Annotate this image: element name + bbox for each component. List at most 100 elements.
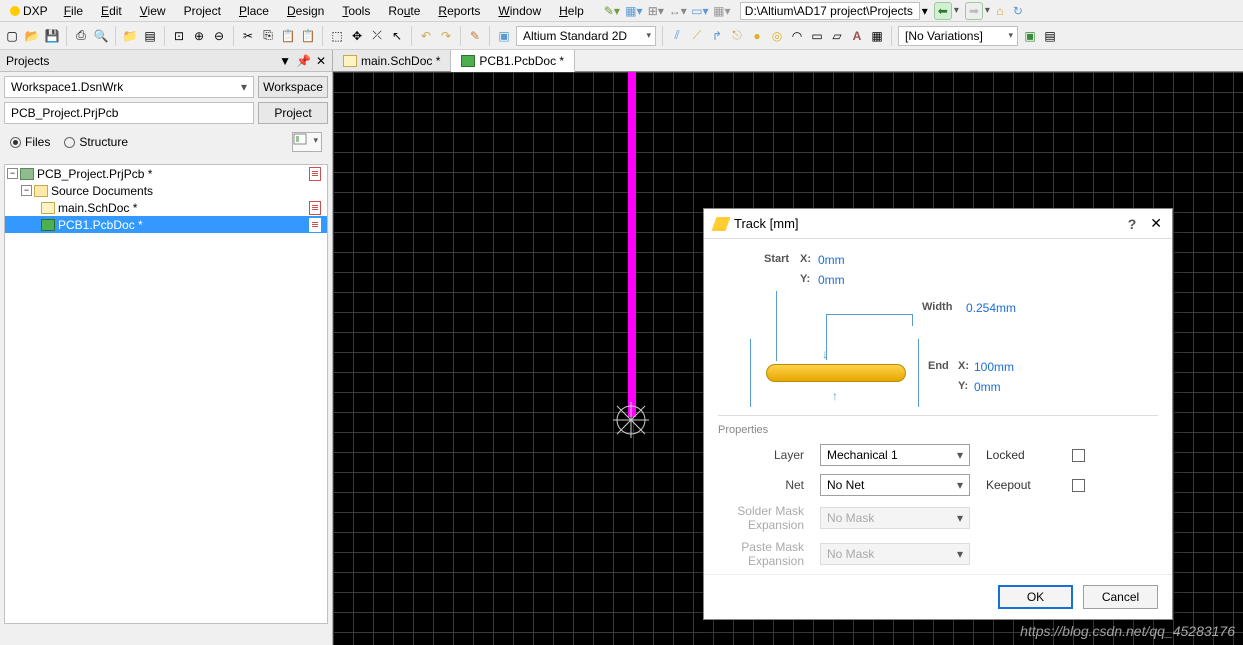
menu-project[interactable]: Project [176,2,229,20]
dialog-help-button[interactable]: ? [1128,216,1137,232]
menu-help[interactable]: Help [551,2,592,20]
ok-button[interactable]: OK [998,585,1073,609]
undo-icon[interactable]: ↶ [418,28,434,44]
menu-edit[interactable]: Edit [93,2,130,20]
dialog-close-button[interactable]: ✕ [1150,215,1162,232]
end-y-value[interactable]: 0mm [974,380,1001,394]
panel-dropdown-icon[interactable]: ▼ [279,54,291,68]
tool-icon-4[interactable]: ↔▾ [670,3,686,19]
paste2-icon[interactable]: 📋 [300,28,316,44]
tab-schematic[interactable]: main.SchDoc * [333,50,451,71]
open3-icon[interactable]: ▤ [142,28,158,44]
paste-icon[interactable]: 📋 [280,28,296,44]
panel-close-icon[interactable]: ✕ [316,54,326,68]
open2-icon[interactable]: 📁 [122,28,138,44]
text-icon[interactable]: A [849,28,865,44]
view3d-icon[interactable]: ▣ [496,28,512,44]
start-y-value[interactable]: 0mm [818,273,845,287]
tree-sch[interactable]: main.SchDoc * [5,199,327,216]
track-dialog: Track [mm] ? ✕ Start X: 0mm Y: 0mm Width… [703,208,1173,620]
tool-icon-6[interactable]: ▦▾ [714,3,730,19]
menu-design[interactable]: Design [279,2,332,20]
keepout-checkbox[interactable] [1072,479,1085,492]
project-field[interactable]: PCB_Project.PrjPcb [4,102,254,124]
locked-label: Locked [986,448,1056,462]
nav-back-button[interactable]: ⬅ [934,2,952,20]
chip-icon[interactable]: ▣ [1022,28,1038,44]
cancel-button[interactable]: Cancel [1083,585,1158,609]
fill-icon[interactable]: ▭ [809,28,825,44]
redo-icon[interactable]: ↷ [438,28,454,44]
zoomfit-icon[interactable]: ⊡ [171,28,187,44]
layer-combo[interactable]: Mechanical 1 [820,444,970,466]
menu-reports[interactable]: Reports [430,2,488,20]
view-mode-combo[interactable]: Altium Standard 2D [516,26,656,46]
tree-root-label: PCB_Project.PrjPcb * [37,167,152,181]
expand-icon[interactable]: − [7,168,18,179]
new-icon[interactable]: ▢ [4,28,20,44]
route-icon-1[interactable]: ⫽ [669,28,685,44]
start-x-value[interactable]: 0mm [818,253,845,267]
chip2-icon[interactable]: ▤ [1042,28,1058,44]
tool-icon-5[interactable]: ▭▾ [692,3,708,19]
route-icon-2[interactable]: ⟋ [689,28,705,44]
menu-route[interactable]: Route [380,2,428,20]
workspace-field[interactable]: Workspace1.DsnWrk [4,76,254,98]
folder-icon [34,185,48,197]
net-combo[interactable]: No Net [820,474,970,496]
poly-icon[interactable]: ▱ [829,28,845,44]
expand-icon[interactable]: − [21,185,32,196]
variations-combo[interactable]: [No Variations] [898,26,1018,46]
menu-window[interactable]: Window [490,2,549,20]
comp-icon[interactable]: ▦ [869,28,885,44]
menu-dxp[interactable]: DXP [4,4,54,18]
tree-folder[interactable]: − Source Documents [5,182,327,199]
tool-icon-1[interactable]: ✎▾ [604,3,620,19]
zoomout-icon[interactable]: ⊖ [211,28,227,44]
cut-icon[interactable]: ✂ [240,28,256,44]
tree-pcb[interactable]: PCB1.PcbDoc * [5,216,327,233]
preview-icon[interactable]: 🔍 [93,28,109,44]
tool-icon-2[interactable]: ▦▾ [626,3,642,19]
move-icon[interactable]: ✥ [349,28,365,44]
arc-icon[interactable]: ◠ [789,28,805,44]
menu-tools[interactable]: Tools [334,2,378,20]
refresh-icon[interactable]: ↻ [1010,3,1026,19]
zoomin-icon[interactable]: ⊕ [191,28,207,44]
workspace-button[interactable]: Workspace [258,76,328,98]
width-value[interactable]: 0.254mm [966,301,1016,315]
dialog-titlebar[interactable]: Track [mm] ? ✕ [704,209,1172,239]
net-label: Net [718,478,804,492]
menu-view[interactable]: View [132,2,174,20]
radio-files[interactable]: Files [10,135,50,149]
tool-icon-3[interactable]: ⊞▾ [648,3,664,19]
copy-icon[interactable]: ⎘ [260,28,276,44]
menu-file[interactable]: File [56,2,91,20]
locked-checkbox[interactable] [1072,449,1085,462]
dxp-icon [10,6,20,16]
radio-structure[interactable]: Structure [64,135,128,149]
panel-options-button[interactable] [292,132,322,152]
project-button[interactable]: Project [258,102,328,124]
menu-place[interactable]: Place [231,2,277,20]
pad-icon[interactable]: ● [749,28,765,44]
print-icon[interactable]: ⎙ [73,28,89,44]
mode-icon[interactable]: ✎ [467,28,483,44]
panel-pin-icon[interactable]: 📌 [296,54,311,68]
soldermask-combo: No Mask [820,507,970,529]
via-icon[interactable]: ◎ [769,28,785,44]
route-icon-3[interactable]: ↱ [709,28,725,44]
deselect-icon[interactable]: ⤫ [369,28,385,44]
end-x-value[interactable]: 100mm [974,360,1014,374]
path-box[interactable]: D:\Altium\AD17 project\Projects [740,2,920,20]
save-icon[interactable]: 💾 [44,28,60,44]
home-icon[interactable]: ⌂ [992,3,1008,19]
route-icon-4[interactable]: ⎋ [729,28,745,44]
tab-pcb[interactable]: PCB1.PcbDoc * [451,50,575,72]
tree-root[interactable]: − PCB_Project.PrjPcb * [5,165,327,182]
tab-pcb-label: PCB1.PcbDoc * [479,54,564,68]
cursor-icon[interactable]: ↖ [389,28,405,44]
select-rect-icon[interactable]: ⬚ [329,28,345,44]
track-object[interactable] [628,72,636,417]
open-icon[interactable]: 📂 [24,28,40,44]
